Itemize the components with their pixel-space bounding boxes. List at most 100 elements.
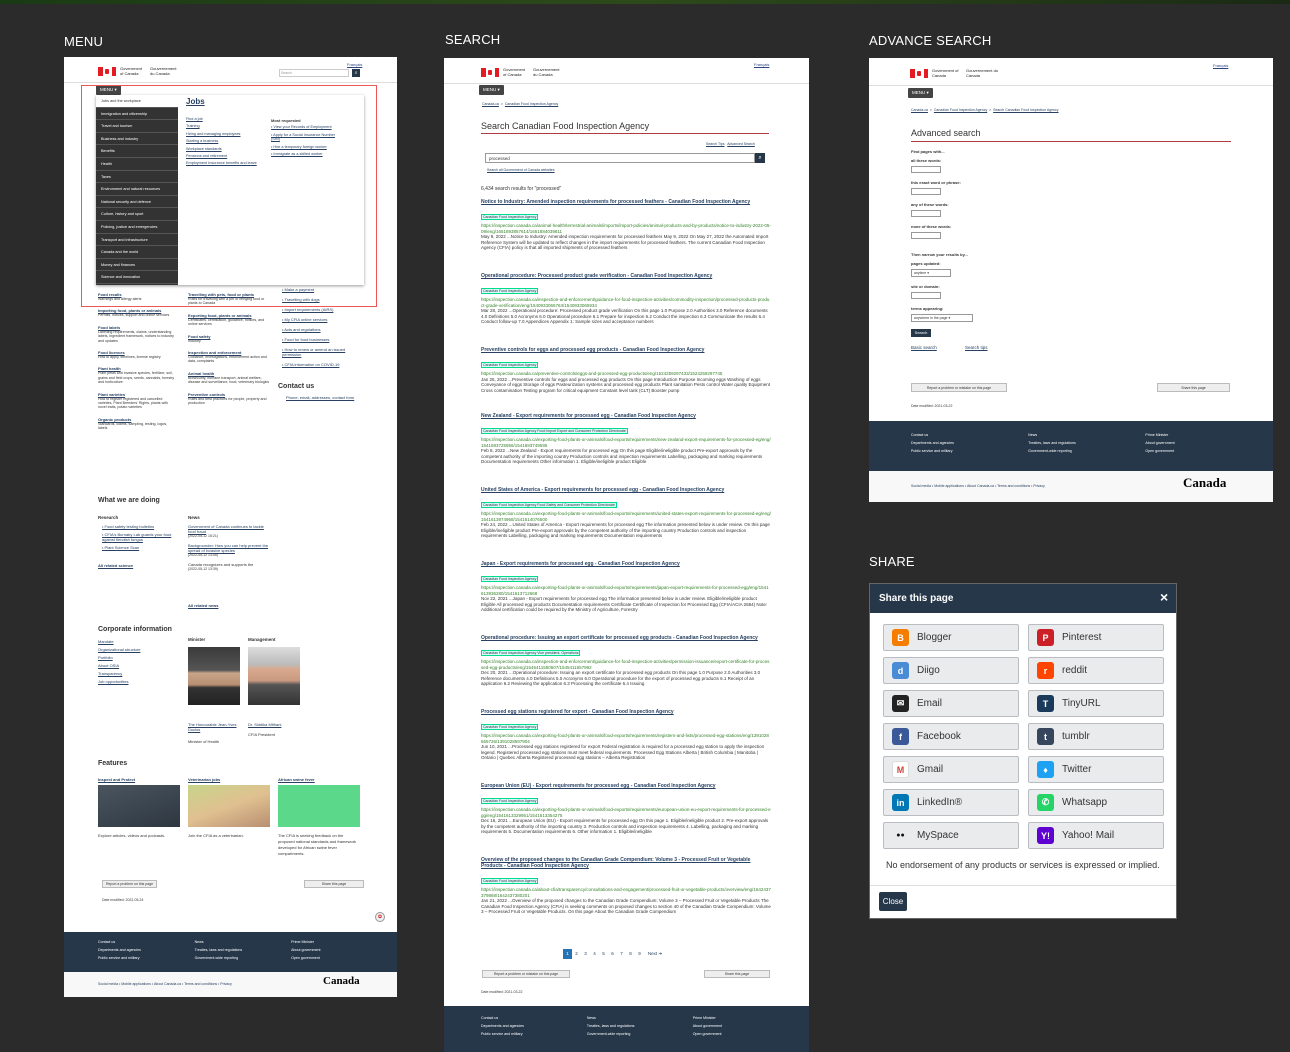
search-button[interactable]: Search <box>911 329 931 337</box>
corporate-link[interactable]: Portfolio <box>98 655 168 660</box>
share-option-email[interactable]: ✉ Email <box>883 690 1019 717</box>
feature-link[interactable]: Veterinarian jobs <box>188 777 220 782</box>
news-link[interactable]: Backgrounder: How you can help prevent t… <box>188 543 270 553</box>
share-option-pinterest[interactable]: P Pinterest <box>1028 624 1164 651</box>
basic-search-link[interactable]: Basic search <box>911 345 937 350</box>
page-link[interactable]: 6 <box>608 949 617 959</box>
research-link[interactable]: • Plant Science Scan <box>102 545 177 550</box>
page-link[interactable]: 7 <box>617 949 626 959</box>
footer-link[interactable]: Government-wide reporting <box>195 954 285 962</box>
footer-link[interactable]: About government <box>291 946 381 954</box>
footer-link[interactable]: Departments and agencies <box>98 946 188 954</box>
footer-link[interactable]: Treaties, laws and regulations <box>195 946 285 954</box>
language-toggle[interactable]: Français <box>1213 63 1228 68</box>
gc-signature[interactable]: Government of Canada Gouvernement du Can… <box>98 66 180 76</box>
menu-category-item[interactable]: Health <box>96 158 178 171</box>
footer-link[interactable]: Prime Minister <box>291 938 381 946</box>
footer-link[interactable]: Government-wide reporting <box>1028 447 1118 455</box>
page-link[interactable]: 8 <box>626 949 635 959</box>
result-title-link[interactable]: New Zealand - Export requirements for pr… <box>481 413 771 419</box>
report-problem-button[interactable]: Report a problem on this page <box>102 880 157 888</box>
menu-category-item[interactable]: Benefits <box>96 145 178 158</box>
page-link[interactable]: 1 <box>563 949 572 959</box>
search-all-gc-link[interactable]: Search all Government of Canada websites <box>487 168 555 172</box>
share-option-twitter[interactable]: ♦ Twitter <box>1028 756 1164 783</box>
share-option-facebook[interactable]: f Facebook <box>883 723 1019 750</box>
menu-category-item[interactable]: Culture, history and sport <box>96 208 178 221</box>
pages-updated-select[interactable]: anytime ▾ <box>911 269 951 277</box>
management-name[interactable]: Dr. Siddika Mithani <box>248 722 300 727</box>
footer-link[interactable]: Departments and agencies <box>911 439 1001 447</box>
share-option-tumblr[interactable]: t tumblr <box>1028 723 1164 750</box>
corporate-link[interactable]: About OSIA <box>98 663 168 668</box>
service-link[interactable]: • Import requirements (AIRS) <box>282 307 362 312</box>
jobs-link[interactable]: Starting a business <box>186 139 260 144</box>
site-domain-input[interactable] <box>911 292 941 299</box>
footer-link[interactable]: News <box>1028 431 1118 439</box>
all-news-link[interactable]: All related news <box>188 603 218 608</box>
share-page-button[interactable]: Share this page <box>704 970 770 978</box>
corporate-link[interactable]: Transparency <box>98 671 168 676</box>
minister-name[interactable]: The Honourable Jean-Yves Duclos <box>188 722 240 732</box>
all-science-link[interactable]: All related science <box>98 563 133 568</box>
menu-category-item[interactable]: Environment and natural resources <box>96 183 178 196</box>
footer-link[interactable]: Treaties, laws and regulations <box>1028 439 1118 447</box>
adv-field-input[interactable] <box>911 188 941 195</box>
news-link[interactable]: Government of Canada continues to tackle… <box>188 524 270 534</box>
menu-button[interactable]: MENU ▾ <box>479 85 504 95</box>
menu-category-item[interactable]: Jobs and the workplace <box>96 95 178 108</box>
feature-image[interactable] <box>278 785 360 827</box>
footer-link[interactable]: Public service and military <box>911 447 1001 455</box>
footer-link[interactable]: Contact us <box>98 938 188 946</box>
footer-bottom-text[interactable]: Social media • Mobile applications • Abo… <box>911 484 1045 488</box>
service-link[interactable]: • CFIA information on COVID-19 <box>282 362 362 367</box>
corporate-link[interactable]: Job opportunities <box>98 679 168 684</box>
service-link[interactable]: • Travelling with dogs <box>282 297 362 302</box>
footer-link[interactable]: Government-wide reporting <box>587 1030 677 1038</box>
footer-link[interactable]: Treaties, laws and regulations <box>587 1022 677 1030</box>
share-option-linkedin-[interactable]: in LinkedIn® <box>883 789 1019 816</box>
result-title-link[interactable]: Japan - Export requirements for processe… <box>481 561 771 567</box>
language-toggle[interactable]: Français <box>754 62 769 67</box>
gc-signature[interactable]: Government of Canada Gouvernement du Can… <box>910 68 1000 78</box>
terms-appearing-select[interactable]: anywhere in the page ▾ <box>911 314 973 322</box>
result-title-link[interactable]: United States of America - Export requir… <box>481 487 771 493</box>
language-toggle[interactable]: Français <box>347 62 362 67</box>
feature-link[interactable]: Inspect and Protect <box>98 777 135 782</box>
share-option-whatsapp[interactable]: ✆ Whatsapp <box>1028 789 1164 816</box>
gc-signature[interactable]: Government of Canada Gouvernement du Can… <box>481 67 563 77</box>
close-icon[interactable]: × <box>1160 589 1168 605</box>
page-link[interactable]: 9 <box>635 949 644 959</box>
menu-category-item[interactable]: Immigration and citizenship <box>96 108 178 121</box>
result-title-link[interactable]: Processed egg stations registered for ex… <box>481 709 771 715</box>
result-title-link[interactable]: Operational procedure: Processed product… <box>481 273 771 279</box>
most-requested-link[interactable]: • Immigrate as a skilled worker <box>271 152 341 157</box>
most-requested-link[interactable]: • View your Records of Employment <box>271 125 341 130</box>
share-page-button[interactable]: Share this page <box>304 880 364 888</box>
menu-category-item[interactable]: Money and finances <box>96 259 178 272</box>
share-option-tinyurl[interactable]: T TinyURL <box>1028 690 1164 717</box>
service-link[interactable]: • Acts and regulations <box>282 327 362 332</box>
footer-link[interactable]: News <box>587 1014 677 1022</box>
jobs-link[interactable]: Hiring and managing employees <box>186 132 260 137</box>
jobs-link[interactable]: Employment Insurance benefits and leave <box>186 161 260 166</box>
menu-category-item[interactable]: Taxes <box>96 171 178 184</box>
result-title-link[interactable]: Operational procedure: Issuing an export… <box>481 635 771 641</box>
share-option-reddit[interactable]: r reddit <box>1028 657 1164 684</box>
footer-link[interactable]: Open government <box>291 954 381 962</box>
feature-image[interactable] <box>188 785 270 827</box>
menu-category-item[interactable]: Policing, justice and emergencies <box>96 221 178 234</box>
adv-field-input[interactable] <box>911 166 941 173</box>
share-option-yahoo-mail[interactable]: Y! Yahoo! Mail <box>1028 822 1164 849</box>
most-requested-link[interactable]: • Hire a temporary foreign worker <box>271 145 341 150</box>
share-page-button[interactable]: Share this page <box>1157 383 1230 392</box>
research-link[interactable]: • CFIA's Burnaby Lab guards your food ag… <box>102 532 177 542</box>
report-problem-button[interactable]: Report a problem or mistake on this page <box>482 970 570 978</box>
result-title-link[interactable]: European Union (EU) - Export requirement… <box>481 783 771 789</box>
share-option-blogger[interactable]: B Blogger <box>883 624 1019 651</box>
share-option-gmail[interactable]: M Gmail <box>883 756 1019 783</box>
menu-category-item[interactable]: Business and industry <box>96 133 178 146</box>
menu-category-item[interactable]: National security and defence <box>96 196 178 209</box>
adv-field-input[interactable] <box>911 232 941 239</box>
service-link[interactable]: • Food for food businesses <box>282 337 362 342</box>
